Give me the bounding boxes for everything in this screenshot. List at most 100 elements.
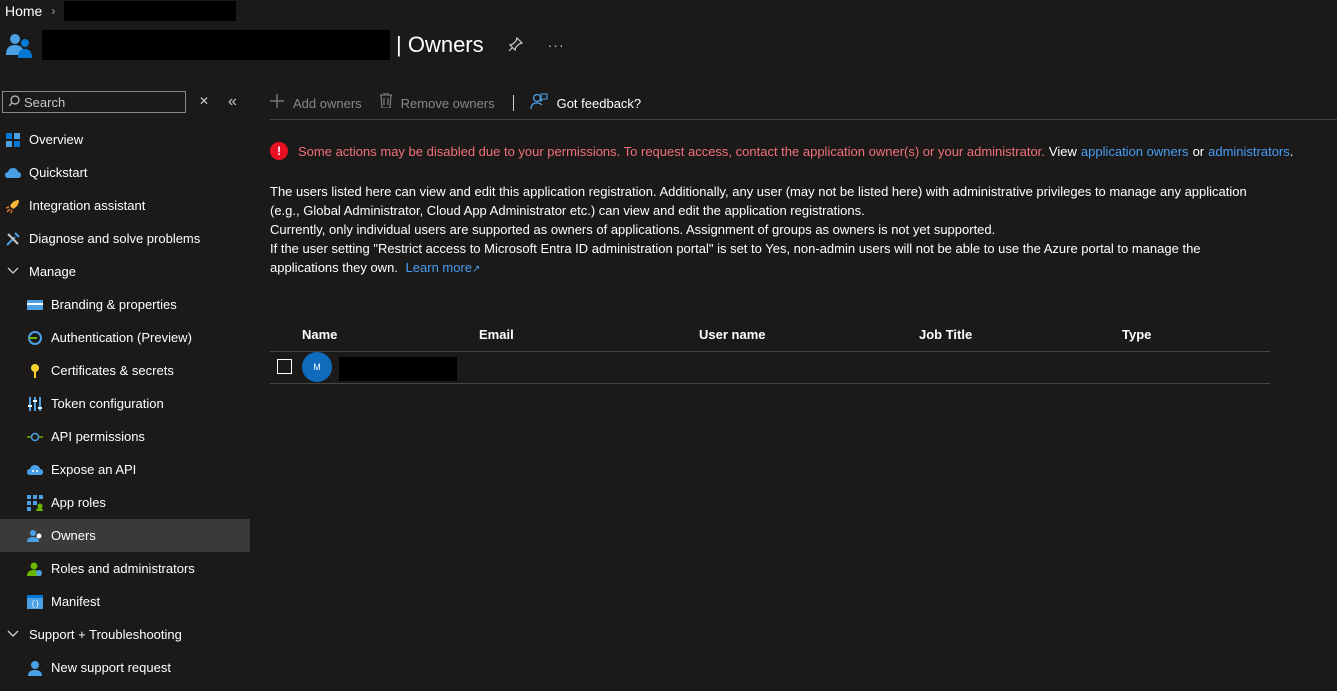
remove-owners-button[interactable]: Remove owners bbox=[379, 92, 495, 113]
search-placeholder: Search bbox=[24, 94, 66, 110]
sidebar-item-label: Owners bbox=[51, 528, 96, 543]
sidebar-item-integration-assistant[interactable]: Integration assistant bbox=[0, 189, 250, 222]
row-checkbox[interactable] bbox=[277, 359, 292, 374]
permissions-warning: ! Some actions may be disabled due to yo… bbox=[270, 141, 1293, 161]
administrators-link[interactable]: administrators bbox=[1208, 144, 1290, 159]
toolbar-divider-line bbox=[270, 119, 1337, 120]
overview-icon bbox=[5, 132, 21, 148]
sidebar-item-api-permissions[interactable]: API permissions bbox=[0, 420, 250, 453]
sidebar-item-label: Manage bbox=[29, 264, 76, 279]
sidebar-item-authentication[interactable]: Authentication (Preview) bbox=[0, 321, 250, 354]
column-header-type[interactable]: Type bbox=[1122, 327, 1151, 342]
page-title: | Owners bbox=[396, 32, 484, 57]
sidebar-item-label: Quickstart bbox=[29, 165, 88, 180]
sidebar-item-certificates[interactable]: Certificates & secrets bbox=[0, 354, 250, 387]
sidebar-group-manage[interactable]: Manage bbox=[0, 255, 250, 288]
learn-more-label: Learn more bbox=[405, 260, 473, 275]
breadcrumb-home-link[interactable]: Home bbox=[5, 3, 42, 19]
cloud-icon bbox=[27, 462, 43, 478]
app-name-redacted bbox=[42, 30, 390, 60]
collapse-sidebar-icon[interactable]: « bbox=[228, 93, 237, 111]
key-icon bbox=[27, 363, 43, 379]
column-header-user-name[interactable]: User name bbox=[699, 327, 765, 342]
breadcrumb-separator: › bbox=[51, 4, 56, 18]
column-header-email[interactable]: Email bbox=[479, 327, 514, 342]
avatar: M bbox=[302, 352, 332, 382]
sidebar-item-app-roles[interactable]: App roles bbox=[0, 486, 250, 519]
quickstart-icon bbox=[5, 165, 21, 181]
sidebar-item-owners[interactable]: Owners bbox=[0, 519, 250, 552]
sidebar-item-diagnose[interactable]: Diagnose and solve problems bbox=[0, 222, 250, 255]
svg-text:{}: {} bbox=[31, 601, 39, 609]
sidebar-item-label: Support + Troubleshooting bbox=[29, 627, 182, 642]
branding-icon bbox=[27, 297, 43, 313]
sidebar-item-label: Diagnose and solve problems bbox=[29, 231, 201, 246]
support-icon bbox=[27, 660, 43, 676]
rocket-icon bbox=[5, 198, 21, 214]
add-owners-button[interactable]: Add owners bbox=[270, 93, 362, 113]
description-line-last: applications they own. Learn more↗ bbox=[270, 258, 1270, 279]
sidebar-item-label: Token configuration bbox=[51, 396, 164, 411]
description-line: The users listed here can view and edit … bbox=[270, 184, 1247, 199]
owners-table-header: Name Email User name Job Title Type bbox=[270, 324, 1270, 352]
warning-period: . bbox=[1289, 143, 1294, 159]
wrench-icon bbox=[5, 231, 21, 247]
sidebar-item-roles-administrators[interactable]: Roles and administrators bbox=[0, 552, 250, 585]
learn-more-link[interactable]: Learn more↗ bbox=[406, 260, 481, 275]
sidebar-item-label: Roles and administrators bbox=[51, 561, 195, 576]
description-line: (e.g., Global Administrator, Cloud App A… bbox=[270, 203, 865, 218]
sidebar-item-label: New support request bbox=[51, 660, 171, 675]
chevron-down-icon bbox=[5, 266, 21, 278]
sidebar-item-label: App roles bbox=[51, 495, 106, 510]
page-header: | Owners ··· bbox=[5, 28, 565, 62]
owner-name-redacted bbox=[339, 357, 457, 381]
breadcrumb: Home › bbox=[5, 1, 237, 21]
more-options-icon[interactable]: ··· bbox=[548, 37, 565, 53]
command-bar: Add owners Remove owners Got feedback? bbox=[270, 89, 1337, 117]
chevron-down-icon bbox=[5, 629, 21, 641]
external-link-icon: ↗ bbox=[472, 264, 481, 275]
sidebar-group-support[interactable]: Support + Troubleshooting bbox=[0, 618, 250, 651]
column-header-job-title[interactable]: Job Title bbox=[919, 327, 972, 342]
sidebar-item-quickstart[interactable]: Quickstart bbox=[0, 156, 250, 189]
api-permissions-icon bbox=[27, 429, 43, 445]
add-owners-label: Add owners bbox=[293, 95, 362, 111]
token-icon bbox=[27, 396, 43, 412]
pin-icon[interactable] bbox=[508, 36, 524, 55]
owners-icon bbox=[27, 528, 43, 544]
sidebar-item-label: Expose an API bbox=[51, 462, 137, 477]
sidebar-item-overview[interactable]: Overview bbox=[0, 123, 250, 156]
description-line: If the user setting "Restrict access to … bbox=[270, 241, 1201, 256]
roles-icon bbox=[27, 561, 43, 577]
column-header-name[interactable]: Name bbox=[302, 327, 337, 342]
sidebar-item-token-configuration[interactable]: Token configuration bbox=[0, 387, 250, 420]
sidebar-nav: Overview Quickstart Integration assistan… bbox=[0, 123, 250, 684]
app-roles-icon bbox=[27, 494, 43, 511]
description-line: Currently, only individual users are sup… bbox=[270, 222, 996, 237]
sidebar-item-expose-api[interactable]: Expose an API bbox=[0, 453, 250, 486]
feedback-button[interactable]: Got feedback? bbox=[529, 92, 642, 114]
feedback-icon bbox=[529, 92, 548, 114]
remove-owners-label: Remove owners bbox=[400, 95, 495, 111]
sidebar-search-input[interactable]: Search bbox=[2, 91, 186, 113]
sidebar-item-label: Manifest bbox=[51, 594, 101, 609]
trash-icon bbox=[379, 92, 392, 113]
sidebar-item-manifest[interactable]: {} Manifest bbox=[0, 585, 250, 618]
authentication-icon bbox=[27, 330, 43, 346]
warning-message: Some actions may be disabled due to your… bbox=[298, 143, 1045, 159]
feedback-label: Got feedback? bbox=[556, 95, 642, 111]
sidebar-item-label: Overview bbox=[29, 132, 84, 147]
breadcrumb-app-name-redacted[interactable] bbox=[64, 1, 237, 21]
toolbar-divider bbox=[512, 95, 514, 111]
sidebar-item-label: Branding & properties bbox=[51, 297, 177, 312]
manifest-icon: {} bbox=[27, 594, 43, 610]
sidebar-item-label: Authentication (Preview) bbox=[51, 330, 192, 345]
owners-description: The users listed here can view and edit … bbox=[270, 182, 1270, 279]
table-row[interactable]: M bbox=[270, 352, 1270, 384]
warning-view-text: View bbox=[1048, 143, 1077, 159]
clear-search-icon[interactable]: ✕ bbox=[199, 94, 209, 108]
application-owners-link[interactable]: application owners bbox=[1081, 144, 1189, 159]
sidebar-item-branding[interactable]: Branding & properties bbox=[0, 288, 250, 321]
sidebar-item-new-support-request[interactable]: New support request bbox=[0, 651, 250, 684]
owners-header-icon bbox=[6, 34, 32, 58]
